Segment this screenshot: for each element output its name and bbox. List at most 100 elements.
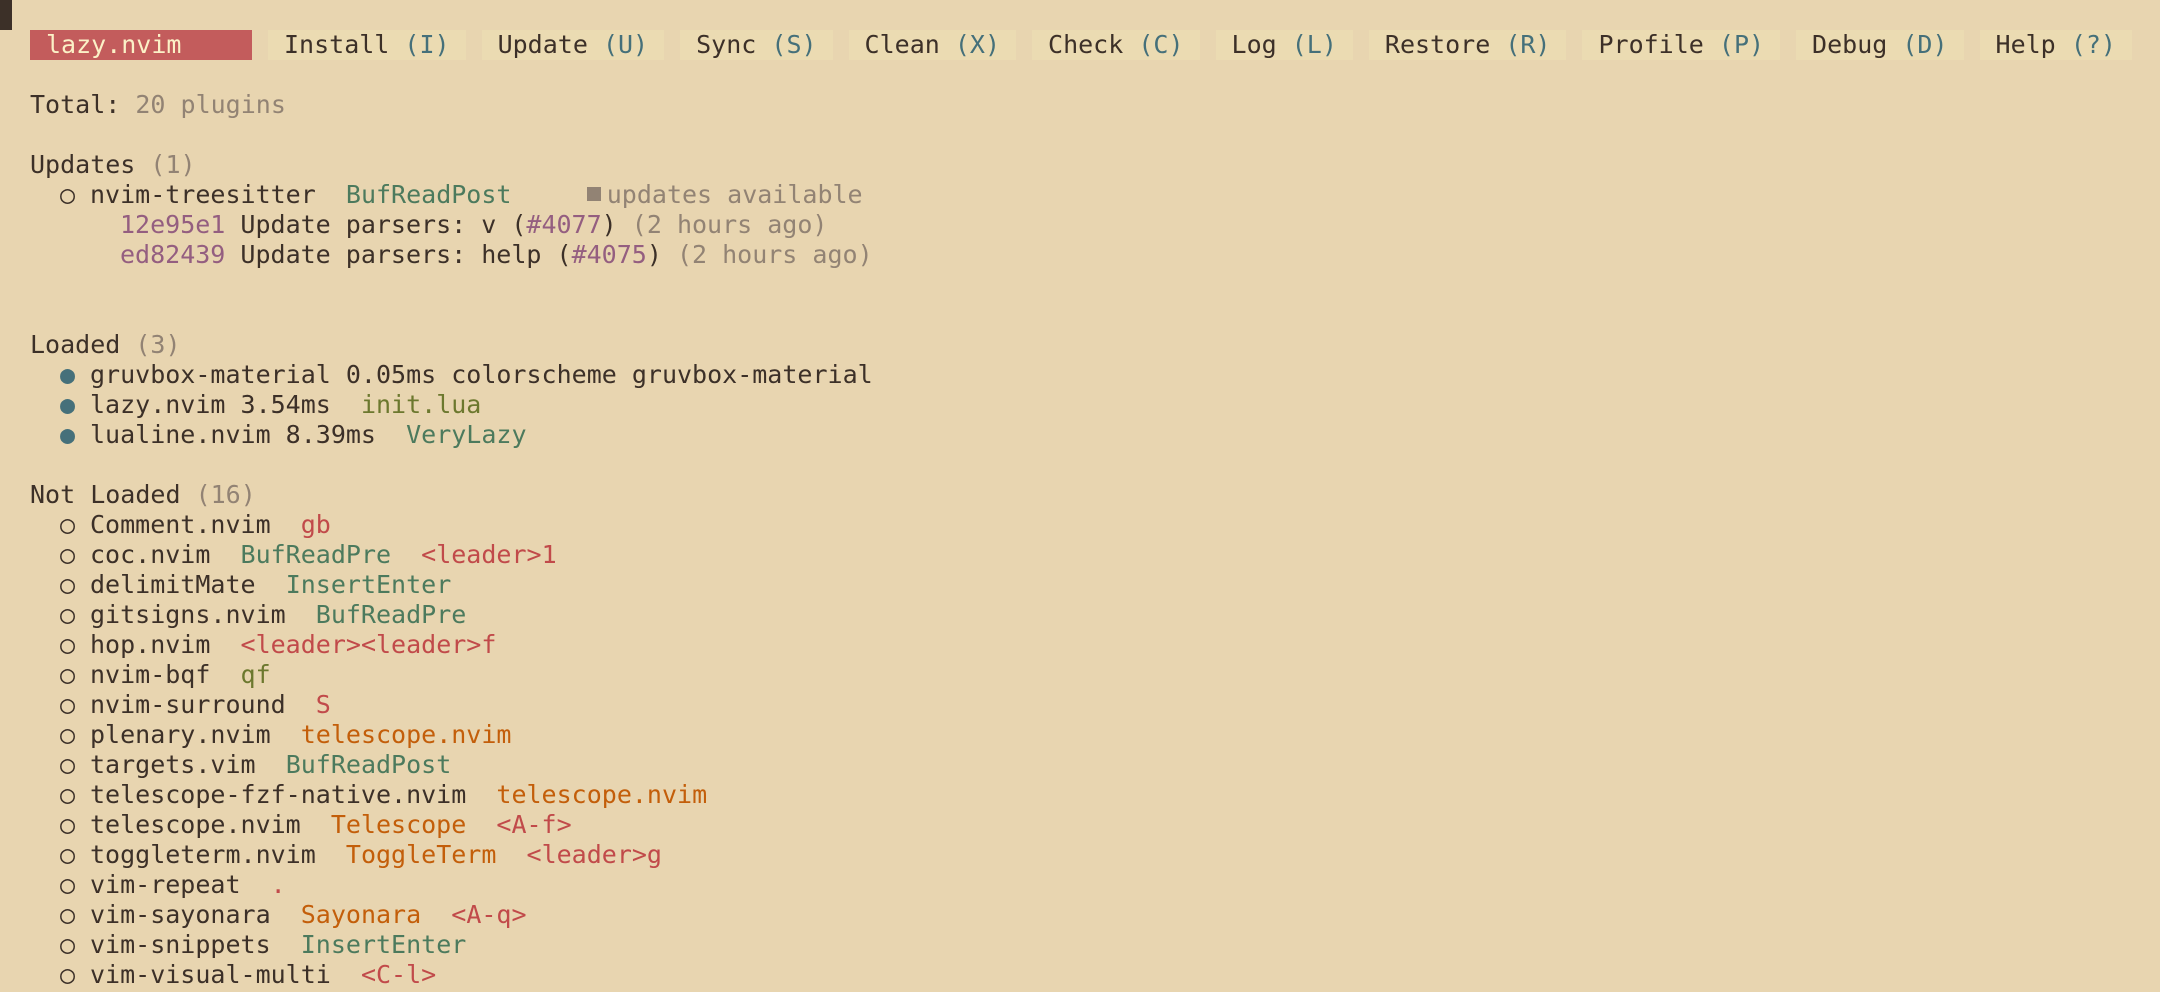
- loaded-bullet-icon: ●: [60, 390, 76, 419]
- plugin-name: telescope-fzf-native.nvim: [90, 780, 467, 809]
- plugin-row-sayonara[interactable]: ○ vim-sayonara Sayonara <A-q>: [60, 900, 527, 930]
- plugin-keymap: S: [315, 690, 331, 719]
- pending-bullet-icon: ○: [60, 780, 76, 809]
- commit-row[interactable]: 12e95e1 Update parsers: v (#4077) (2 hou…: [120, 210, 827, 240]
- update-plugin-event: BufReadPost: [345, 180, 512, 209]
- plugin-name: vim-repeat: [90, 870, 241, 899]
- pending-bullet-icon: ○: [60, 960, 76, 989]
- update-key: (U): [602, 30, 649, 59]
- debug-key: (D): [1902, 30, 1948, 59]
- help-label: Help: [1995, 30, 2056, 59]
- pending-bullet-icon: ○: [60, 720, 76, 749]
- loaded-bullet-icon: ●: [60, 360, 76, 389]
- pending-bullet-icon: ○: [60, 600, 76, 629]
- loaded-plugin-text: lazy.nvim 3.54ms: [90, 390, 331, 419]
- title-label: lazy.nvim: [46, 30, 182, 59]
- plugin-row-surround[interactable]: ○ nvim-surround S: [60, 690, 331, 720]
- plugin-keymap: <leader><leader>f: [240, 630, 497, 659]
- plugin-event: InsertEnter: [285, 570, 452, 599]
- plugin-command: ToggleTerm: [345, 840, 497, 869]
- title-tab[interactable]: lazy.nvim: [30, 30, 252, 60]
- commit-ref[interactable]: #4075: [572, 240, 647, 269]
- loaded-plugin-row[interactable]: ● gruvbox-material 0.05ms colorscheme gru…: [60, 360, 873, 390]
- plugin-row-telescope[interactable]: ○ telescope.nvim Telescope <A-f>: [60, 810, 572, 840]
- loaded-plugin-source: init.lua: [360, 390, 482, 419]
- install-label: Install: [284, 30, 390, 59]
- plugin-name: plenary.nvim: [90, 720, 271, 749]
- plugin-row-bqf[interactable]: ○ nvim-bqf qf: [60, 660, 271, 690]
- pending-bullet-icon: ○: [60, 900, 76, 929]
- plugin-name: vim-sayonara: [90, 900, 271, 929]
- help-button[interactable]: Help (?): [1979, 30, 2132, 60]
- plugin-keymap: <leader>1: [421, 540, 557, 569]
- plugin-command: Sayonara: [300, 900, 422, 929]
- update-plugin-name: nvim-treesitter: [90, 180, 316, 209]
- commit-ref[interactable]: #4077: [526, 210, 601, 239]
- plugin-name: vim-visual-multi: [90, 960, 331, 989]
- help-key: (?): [2070, 30, 2116, 59]
- not-loaded-title: Not Loaded: [30, 480, 181, 509]
- update-button[interactable]: Update (U): [481, 30, 665, 60]
- pending-bullet-icon: ○: [60, 750, 76, 779]
- plugin-row-coc[interactable]: ○ coc.nvim BufReadPre <leader>1: [60, 540, 557, 570]
- pending-bullet-icon: ○: [60, 810, 76, 839]
- check-button[interactable]: Check (C): [1032, 30, 1200, 60]
- loaded-plugin-row[interactable]: ● lazy.nvim 3.54ms init.lua: [60, 390, 481, 420]
- plugin-keymap: <C-l>: [360, 960, 437, 989]
- commit-time: (2 hours ago): [676, 240, 873, 269]
- pending-bullet-icon: ○: [60, 930, 76, 959]
- restore-button[interactable]: Restore (R): [1368, 30, 1567, 60]
- plugin-name: nvim-bqf: [90, 660, 211, 689]
- log-key: (L): [1291, 30, 1337, 59]
- plugin-row-delimitmate[interactable]: ○ delimitMate InsertEnter: [60, 570, 451, 600]
- log-button[interactable]: Log (L): [1215, 30, 1353, 60]
- commit-time: (2 hours ago): [631, 210, 828, 239]
- plugin-row-comment[interactable]: ○ Comment.nvim gb: [60, 510, 331, 540]
- pending-bullet-icon: ○: [60, 840, 76, 869]
- clean-button[interactable]: Clean (X): [848, 30, 1017, 60]
- sync-label: Sync: [696, 30, 757, 59]
- loaded-plugin-text: lualine.nvim 8.39ms: [90, 420, 376, 449]
- plugin-row-gitsigns[interactable]: ○ gitsigns.nvim BufReadPre: [60, 600, 466, 630]
- update-plugin-row[interactable]: ○ nvim-treesitter BufReadPost updates ava…: [60, 180, 863, 210]
- clean-key: (X): [954, 30, 1001, 59]
- plugin-dependency: telescope.nvim: [300, 720, 512, 749]
- profile-button[interactable]: Profile (P): [1582, 30, 1781, 60]
- plugin-name: nvim-surround: [90, 690, 286, 719]
- plugin-row-visual-multi[interactable]: ○ vim-visual-multi <C-l>: [60, 960, 436, 990]
- plugin-name: vim-snippets: [90, 930, 271, 959]
- commit-row[interactable]: ed82439 Update parsers: help (#4075) (2 …: [120, 240, 873, 270]
- loaded-plugin-event: VeryLazy: [406, 420, 527, 449]
- log-label: Log: [1231, 30, 1277, 59]
- sync-button[interactable]: Sync (S): [680, 30, 833, 60]
- total-line: Total: 20 plugins: [30, 90, 286, 120]
- plugin-keymap: <leader>g: [526, 840, 662, 869]
- plugin-row-toggleterm[interactable]: ○ toggleterm.nvim ToggleTerm <leader>g: [60, 840, 662, 870]
- commit-message: Update parsers: help (: [240, 240, 572, 269]
- not-loaded-heading: Not Loaded (16): [30, 480, 256, 510]
- plugin-command: Telescope: [330, 810, 467, 839]
- install-key: (I): [404, 30, 450, 59]
- plugin-row-targets[interactable]: ○ targets.vim BufReadPost: [60, 750, 451, 780]
- loaded-bullet-icon: ●: [60, 420, 76, 449]
- restore-label: Restore: [1384, 30, 1491, 59]
- plugin-row-snippets[interactable]: ○ vim-snippets InsertEnter: [60, 930, 466, 960]
- updates-heading: Updates (1): [30, 150, 196, 180]
- pending-bullet-icon: ○: [60, 630, 76, 659]
- plugin-row-repeat[interactable]: ○ vim-repeat .: [60, 870, 286, 900]
- plugin-row-plenary[interactable]: ○ plenary.nvim telescope.nvim: [60, 720, 511, 750]
- plugin-event: InsertEnter: [300, 930, 467, 959]
- plugin-row-hop[interactable]: ○ hop.nvim <leader><leader>f: [60, 630, 496, 660]
- commit-hash: ed82439: [120, 240, 226, 269]
- plugin-name: gitsigns.nvim: [90, 600, 286, 629]
- loaded-count: (3): [135, 330, 181, 359]
- loaded-plugin-row[interactable]: ● lualine.nvim 8.39ms VeryLazy: [60, 420, 527, 450]
- install-button[interactable]: Install (I): [268, 30, 466, 60]
- debug-button[interactable]: Debug (D): [1796, 30, 1964, 60]
- plugin-row-fzf-native[interactable]: ○ telescope-fzf-native.nvim telescope.nvi…: [60, 780, 707, 810]
- update-status: updates available: [606, 180, 863, 209]
- check-key: (C): [1138, 30, 1184, 59]
- plugin-keymap: <A-q>: [451, 900, 527, 929]
- plugin-keymap: gb: [300, 510, 331, 539]
- profile-label: Profile: [1598, 30, 1704, 59]
